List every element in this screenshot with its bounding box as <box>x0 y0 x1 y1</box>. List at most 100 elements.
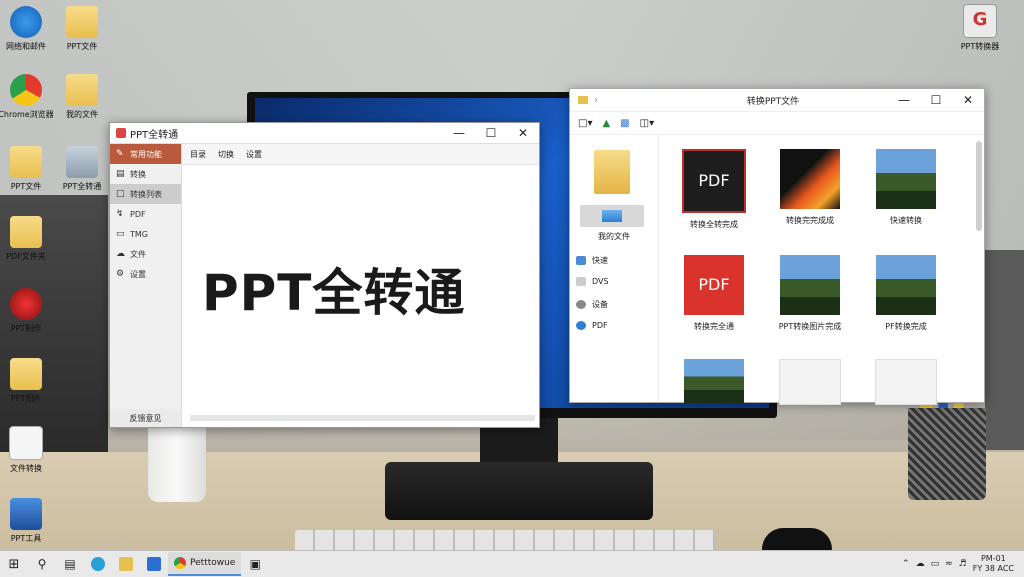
desktop-icon-ppt-images[interactable]: PPT图片 <box>0 358 56 404</box>
desktop-icon-my-files[interactable]: 我的文件 <box>52 74 112 120</box>
explorer-sidebar: 我的文件 快速 DVS 设备 PDF <box>570 135 659 402</box>
horizontal-scrollbar[interactable] <box>190 415 535 421</box>
file-tile[interactable] <box>866 359 946 405</box>
desktop-icon-ppt-app[interactable]: PPT全转通 <box>52 146 112 192</box>
vertical-scrollbar[interactable] <box>976 141 982 231</box>
file-tile[interactable]: PDF 转换完全通 <box>674 255 754 332</box>
taskbar-window[interactable]: ▣ <box>241 553 269 575</box>
file-tile[interactable]: 快速转换 <box>866 149 946 226</box>
cloud-icon: ☁ <box>116 249 125 259</box>
ppt-toolbar: 目录 切换 设置 <box>182 144 539 165</box>
landscape-thumbnail <box>684 359 744 403</box>
breadcrumb-chevron-icon: › <box>594 94 598 106</box>
explorer-titlebar[interactable]: › 转换PPT文件 — ☐ ✕ <box>570 89 984 112</box>
selected-folder[interactable] <box>580 205 644 227</box>
taskbar-edge[interactable] <box>84 553 112 575</box>
ppt-window[interactable]: PPT全转通 — ☐ ✕ ✎ 常用功能 ▤ 转换 □ 转换列表 ↯ PDF ▭ TMG ☁… <box>109 122 540 428</box>
search-button[interactable]: ⚲ <box>28 553 56 575</box>
desktop-icon-ppt-folder[interactable]: PPT文件 <box>52 6 112 52</box>
desktop-icon-ppt-make[interactable]: PPT制作 <box>0 288 56 334</box>
cloud-icon[interactable]: ☁ <box>916 559 925 569</box>
maximize-button[interactable]: ☐ <box>475 126 507 140</box>
desktop-icon-ppt-files[interactable]: PPT文件 <box>0 146 56 192</box>
explorer-window-title: 转换PPT文件 <box>746 96 800 107</box>
sidebar-item-common[interactable]: ✎ 常用功能 <box>110 144 181 164</box>
windows-icon: ⊞ <box>8 556 20 572</box>
system-tray: ⌃ ☁ ▭ ≈ ♬ PM-01 FY 38 ACC <box>902 554 1024 574</box>
taskbar: ⊞ ⚲ ▤ Petttowue ▣ ⌃ ☁ ▭ ≈ ♬ PM-01 FY 38 A… <box>0 550 1024 577</box>
share-icon[interactable]: ▲ <box>602 118 610 129</box>
sidebar-caption: 我的文件 <box>598 232 630 241</box>
blank-file-icon <box>779 359 841 405</box>
ppt-titlebar[interactable]: PPT全转通 — ☐ ✕ <box>110 123 539 144</box>
landscape-thumbnail <box>876 149 936 209</box>
desktop-icon-network[interactable]: 网络和邮件 <box>0 6 56 52</box>
file-tile[interactable]: PDF 转换全转完成 <box>674 149 754 230</box>
cup <box>148 420 206 502</box>
battery-icon[interactable]: ▭ <box>931 559 940 569</box>
folder-icon <box>119 557 133 571</box>
pdf-file-icon: PDF <box>682 149 746 213</box>
sidebar-item-image[interactable]: ▭ TMG <box>110 224 181 244</box>
sidebar-item-pdf[interactable]: ↯ PDF <box>110 204 181 224</box>
wifi-icon[interactable]: ≈ <box>945 559 953 569</box>
nav-item-quick[interactable]: 快速 <box>576 255 608 266</box>
pdf-icon: ↯ <box>116 209 124 219</box>
chrome-icon <box>174 557 186 569</box>
image-icon: ▭ <box>116 229 125 239</box>
nav-item-dvs[interactable]: DVS <box>576 277 609 286</box>
volume-icon[interactable]: ♬ <box>959 559 967 569</box>
landscape-thumbnail <box>780 255 840 315</box>
folder-small-icon <box>578 96 588 104</box>
ppt-window-title: PPT全转通 <box>130 129 179 141</box>
taskbar-chrome-app[interactable]: Petttowue <box>168 552 242 576</box>
copy-icon[interactable]: ▩ <box>620 118 629 129</box>
taskview-icon: ▤ <box>64 557 76 571</box>
desktop-icon-tools[interactable]: PPT工具 <box>0 498 56 544</box>
right-shelf <box>985 250 1024 450</box>
search-icon: ⚲ <box>37 557 47 571</box>
sidebar-item-convert-list[interactable]: □ 转换列表 <box>110 184 181 204</box>
sidebar-item-file[interactable]: ☁ 文件 <box>110 244 181 264</box>
globe-icon <box>576 321 586 330</box>
taskbar-explorer[interactable] <box>112 553 140 575</box>
toolbar-settings-button[interactable]: 设置 <box>246 149 262 160</box>
pen-cup <box>908 408 986 500</box>
desktop-icon-pdf-folder[interactable]: PDF文件夹 <box>0 216 56 262</box>
close-button[interactable]: ✕ <box>952 93 984 107</box>
doc-icon: ▤ <box>116 169 125 179</box>
new-item-icon[interactable]: □▾ <box>578 118 592 129</box>
folder-icon <box>10 146 42 178</box>
file-tile[interactable] <box>770 359 850 405</box>
maximize-button[interactable]: ☐ <box>920 93 952 107</box>
folder-icon <box>10 358 42 390</box>
document-icon <box>9 426 43 460</box>
toolbar-catalog-button[interactable]: 目录 <box>190 149 206 160</box>
taskview-button[interactable]: ▤ <box>56 553 84 575</box>
desktop-icon-chrome[interactable]: Chrome浏览器 <box>0 74 56 120</box>
minimize-button[interactable]: — <box>443 126 475 140</box>
clock[interactable]: PM-01 FY 38 ACC <box>973 554 1014 574</box>
desktop-icon-convert[interactable]: 文件转换 <box>0 426 56 474</box>
view-icon[interactable]: ◫▾ <box>640 118 654 129</box>
file-tile[interactable]: PF转换完成 <box>866 255 946 332</box>
close-button[interactable]: ✕ <box>507 126 539 140</box>
file-tile[interactable]: PPT转换图片完成 <box>770 255 850 332</box>
explorer-window[interactable]: › 转换PPT文件 — ☐ ✕ □▾ ▲ ▩ ◫▾ 我的文件 快速 DVS 设备… <box>569 88 985 405</box>
start-button[interactable]: ⊞ <box>0 553 28 575</box>
sidebar-item-settings[interactable]: ⚙ 设置 <box>110 264 181 284</box>
file-tile[interactable]: 转换完完成成 <box>770 149 850 226</box>
taskbar-store[interactable] <box>140 553 168 575</box>
sidebar-item-convert[interactable]: ▤ 转换 <box>110 164 181 184</box>
file-tile[interactable] <box>674 359 754 403</box>
desktop-icon-converter[interactable]: G PPT转换器 <box>950 4 1010 52</box>
converter-icon: G <box>963 4 997 38</box>
pen-icon: ✎ <box>116 149 124 159</box>
nav-item-pdf[interactable]: PDF <box>576 321 608 330</box>
folder-icon[interactable] <box>594 150 630 194</box>
chevron-up-icon[interactable]: ⌃ <box>902 559 910 569</box>
minimize-button[interactable]: — <box>888 93 920 107</box>
nav-item-device[interactable]: 设备 <box>576 299 608 310</box>
feedback-button[interactable]: 反馈意见 <box>110 409 181 427</box>
toolbar-switch-button[interactable]: 切换 <box>218 149 234 160</box>
